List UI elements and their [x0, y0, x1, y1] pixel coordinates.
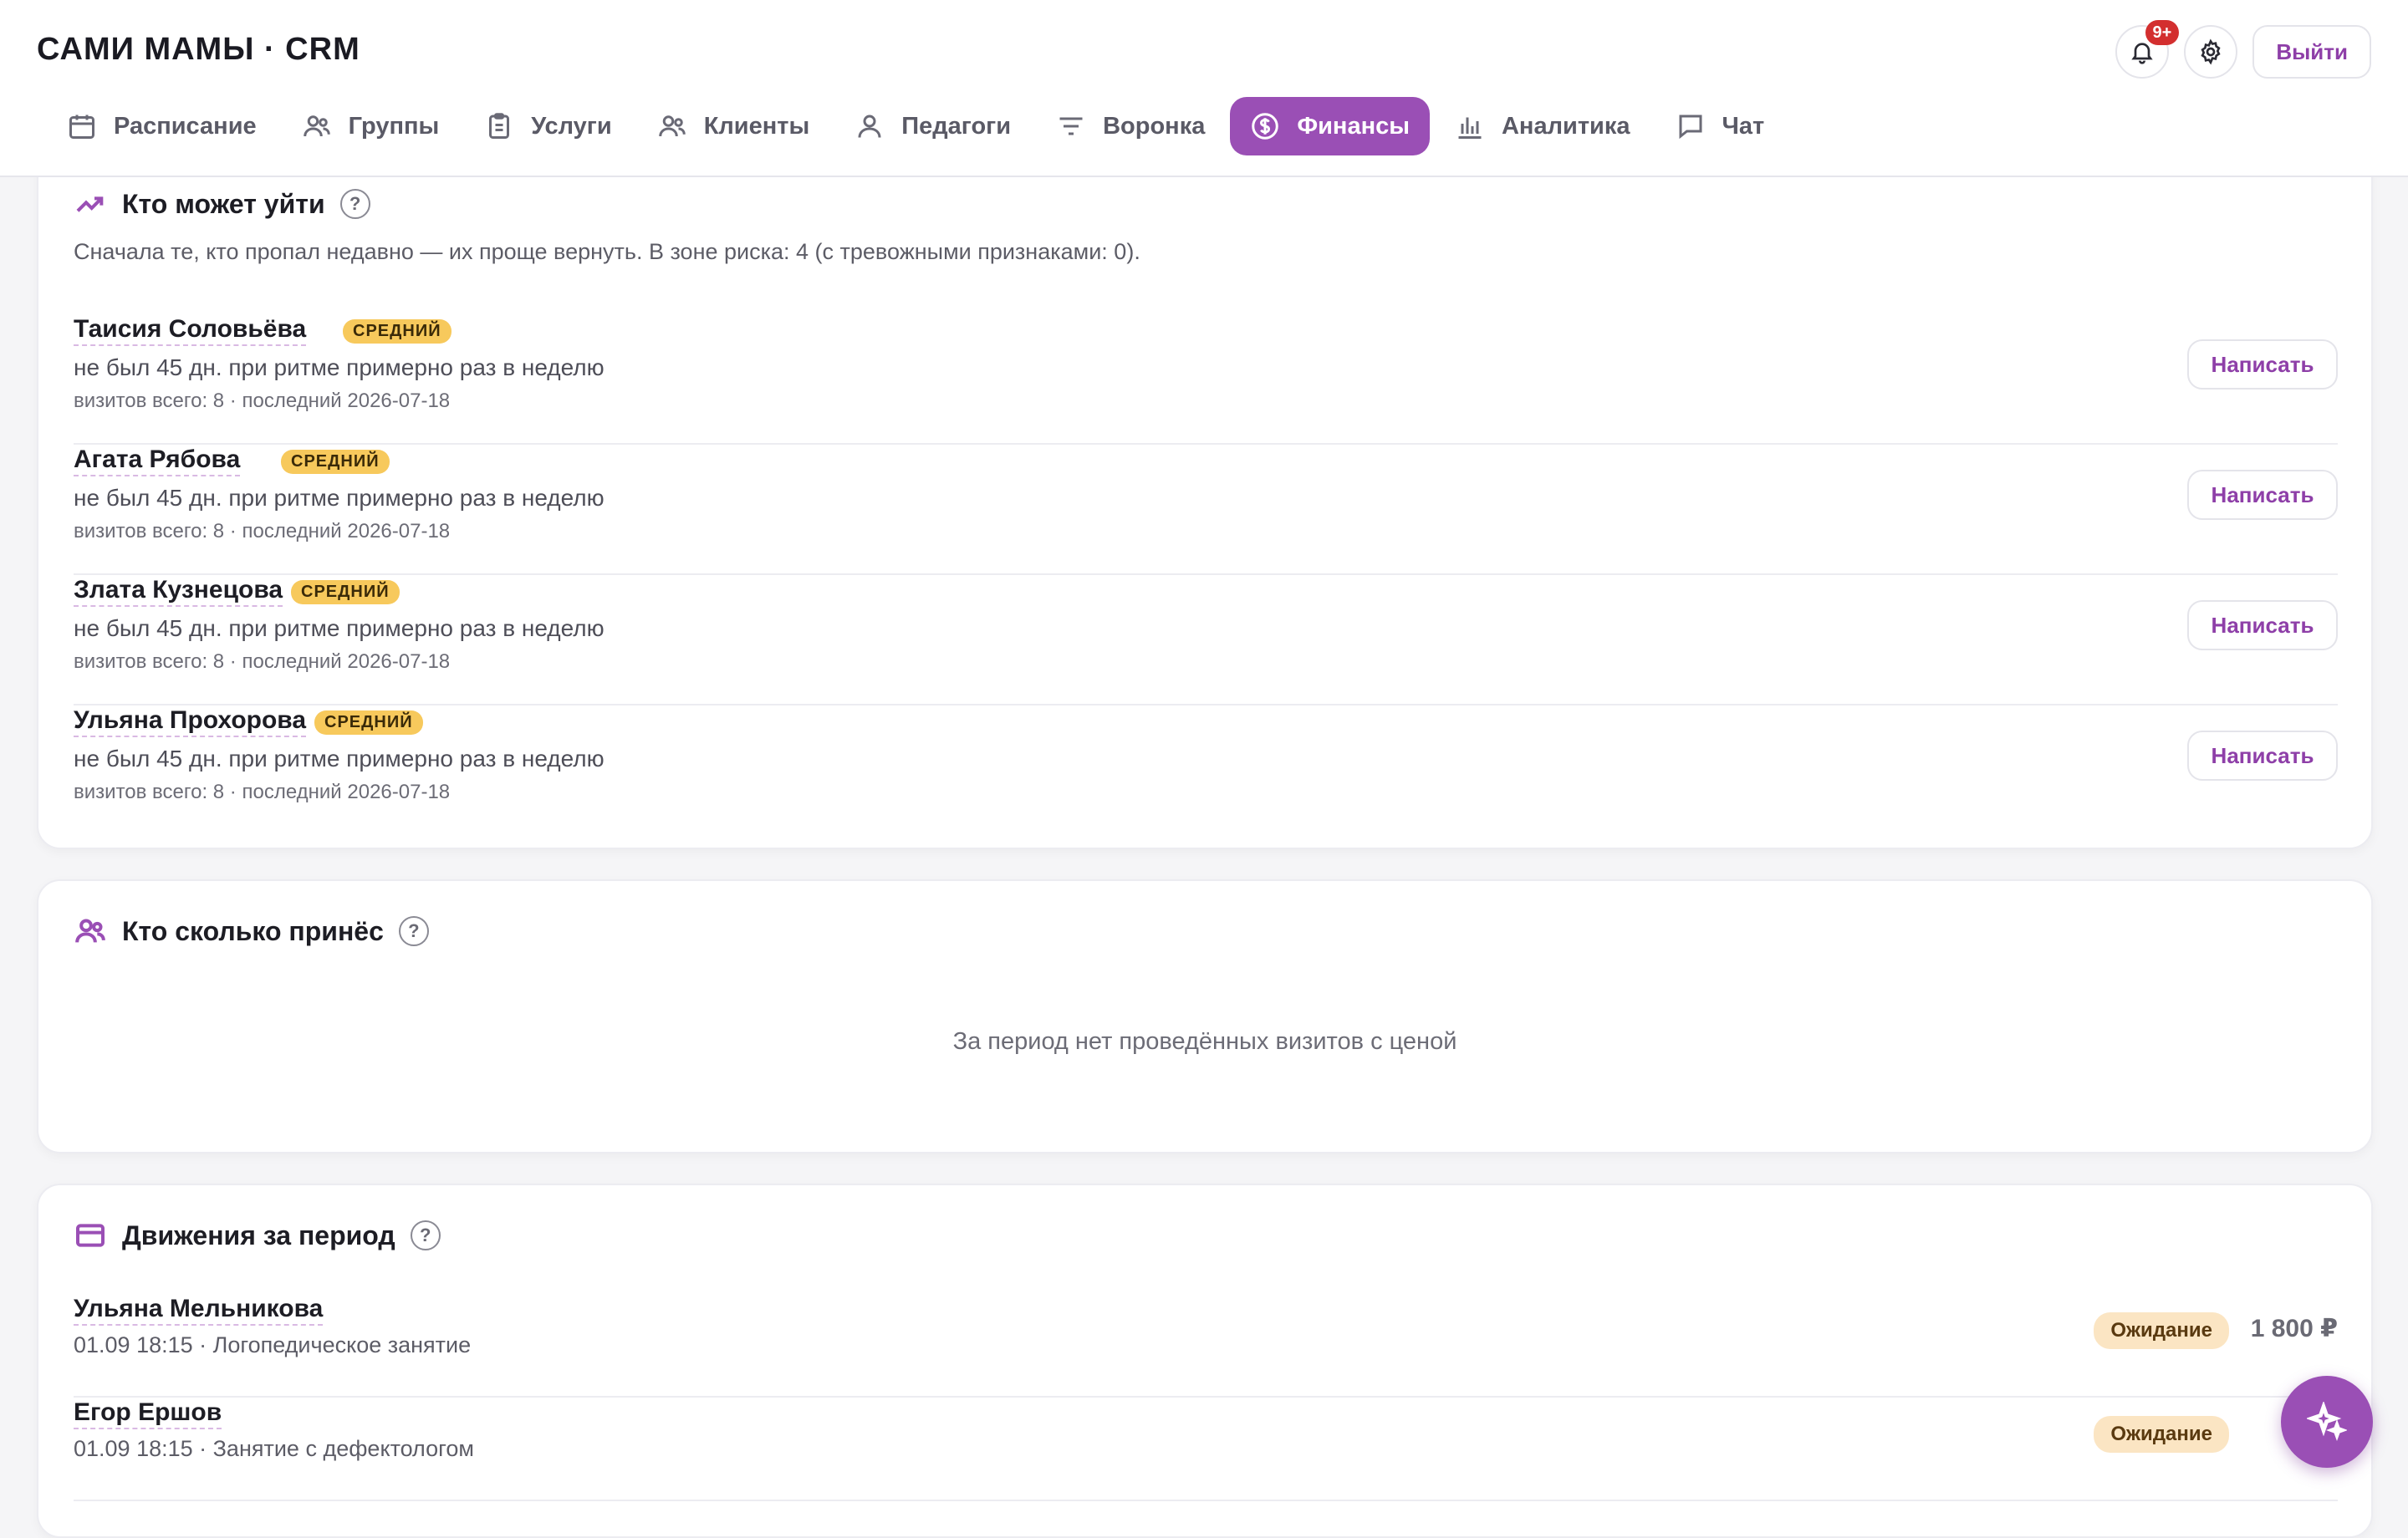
- visits-meta: визитов всего: 8 · последний 2026-07-18: [74, 650, 451, 673]
- help-icon[interactable]: ?: [410, 1220, 441, 1250]
- chat-icon: [1679, 115, 1701, 140]
- risk-badge: СРЕДНИЙ: [291, 580, 400, 604]
- app-title: САМИ МАМЫ · CRM: [37, 32, 360, 67]
- users-icon: [303, 115, 330, 137]
- revenue-card-title: Кто сколько принёс: [122, 915, 384, 946]
- header-actions: 9+ Выйти: [2115, 20, 2371, 79]
- status-badge: Ожидание: [2094, 1416, 2229, 1453]
- write-button[interactable]: Написать: [2187, 731, 2338, 781]
- users-icon: [75, 919, 105, 943]
- churn-card-header: Кто может уйти ?: [74, 187, 370, 221]
- settings-button[interactable]: [2184, 25, 2238, 79]
- movement-desc: 01.09 18:15 · Логопедическое занятие: [74, 1332, 472, 1357]
- divider: [74, 1500, 2338, 1501]
- write-button[interactable]: Написать: [2187, 470, 2338, 520]
- revenue-card-header: Кто сколько принёс ?: [74, 914, 429, 948]
- client-name[interactable]: Злата Кузнецова: [74, 575, 283, 607]
- ai-assistant-button[interactable]: [2281, 1376, 2373, 1468]
- nav-label: Расписание: [114, 112, 257, 140]
- movements-card: Движения за период ? Ульяна Мельникова 0…: [37, 1184, 2373, 1538]
- nav-chat[interactable]: Чат: [1656, 97, 1785, 155]
- clipboard-icon: [489, 113, 510, 139]
- visits-meta: визитов всего: 8 · последний 2026-07-18: [74, 781, 451, 803]
- write-button[interactable]: Написать: [2187, 339, 2338, 390]
- list-item: Таисия Соловьёва СРЕДНИЙ не был 45 дн. п…: [74, 314, 2338, 445]
- nav-teachers[interactable]: Педагоги: [834, 97, 1031, 155]
- amount: 1 800 ₽: [2250, 1315, 2338, 1342]
- top-header: САМИ МАМЫ · CRM 9+ Выйти Расписание Груп…: [0, 0, 2408, 177]
- absence-text: не был 45 дн. при ритме примерно раз в н…: [74, 354, 605, 380]
- credit-card-icon: [76, 1224, 105, 1247]
- nav-label: Чат: [1722, 112, 1765, 140]
- risk-badge: СРЕДНИЙ: [314, 710, 423, 735]
- client-name[interactable]: Ульяна Мельникова: [74, 1294, 324, 1326]
- nav-label: Группы: [348, 112, 440, 140]
- absence-text: не был 45 дн. при ритме примерно раз в н…: [74, 746, 605, 772]
- nav-label: Финансы: [1297, 112, 1410, 140]
- client-name[interactable]: Егор Ершов: [74, 1398, 222, 1429]
- nav-clients[interactable]: Клиенты: [637, 97, 830, 155]
- filter-icon: [1059, 117, 1083, 135]
- risk-badge: СРЕДНИЙ: [281, 450, 390, 474]
- client-name[interactable]: Ульяна Прохорова: [74, 705, 307, 737]
- user-icon: [858, 115, 881, 138]
- nav-services[interactable]: Услуги: [464, 97, 631, 155]
- calendar-icon: [69, 115, 94, 139]
- help-icon[interactable]: ?: [339, 189, 370, 219]
- churn-subtitle: Сначала те, кто пропал недавно — их прощ…: [74, 239, 1140, 264]
- movements-card-title: Движения за период: [122, 1220, 395, 1250]
- help-icon[interactable]: ?: [398, 916, 429, 946]
- list-item: Ульяна Мельникова 01.09 18:15 · Логопеди…: [74, 1294, 2338, 1398]
- movements-card-header: Движения за период ?: [74, 1219, 441, 1252]
- nav-label: Услуги: [531, 112, 612, 140]
- nav-label: Педагоги: [901, 112, 1012, 140]
- dollar-circle-icon: [1252, 113, 1279, 140]
- sparkles-icon: [2307, 1402, 2347, 1442]
- list-item: Егор Ершов 01.09 18:15 · Занятие с дефек…: [74, 1398, 2338, 1501]
- users-icon: [658, 115, 686, 137]
- churn-card-title: Кто может уйти: [122, 188, 325, 219]
- gear-icon: [2201, 38, 2221, 65]
- visits-meta: визитов всего: 8 · последний 2026-07-18: [74, 390, 451, 412]
- trending-up-icon: [76, 196, 104, 212]
- empty-state: За период нет проведённых визитов с цено…: [952, 1028, 1457, 1055]
- visits-meta: визитов всего: 8 · последний 2026-07-18: [74, 520, 451, 542]
- nav-finance[interactable]: Финансы: [1230, 97, 1430, 155]
- nav-groups[interactable]: Группы: [282, 97, 460, 155]
- absence-text: не был 45 дн. при ритме примерно раз в н…: [74, 485, 605, 511]
- list-item: Злата Кузнецова СРЕДНИЙ не был 45 дн. пр…: [74, 575, 2338, 705]
- write-button[interactable]: Написать: [2187, 600, 2338, 650]
- status-badge: Ожидание: [2094, 1312, 2229, 1349]
- churn-risk-card: Кто может уйти ? Сначала те, кто пропал …: [37, 125, 2373, 849]
- absence-text: не был 45 дн. при ритме примерно раз в н…: [74, 615, 605, 641]
- nav-funnel[interactable]: Воронка: [1036, 97, 1225, 155]
- movement-desc: 01.09 18:15 · Занятие с дефектологом: [74, 1436, 474, 1461]
- main-nav: Расписание Группы Услуги Клиенты Педагог…: [47, 97, 1784, 155]
- notifications-button[interactable]: 9+: [2115, 20, 2180, 79]
- nav-analytics[interactable]: Аналитика: [1435, 97, 1650, 155]
- nav-label: Клиенты: [703, 112, 810, 140]
- client-name[interactable]: Агата Рябова: [74, 445, 241, 476]
- notifications-badge: 9+: [2145, 20, 2180, 45]
- revenue-card: Кто сколько принёс ? За период нет прове…: [37, 879, 2373, 1154]
- client-name[interactable]: Таисия Соловьёва: [74, 314, 307, 346]
- list-item: Ульяна Прохорова СРЕДНИЙ не был 45 дн. п…: [74, 705, 2338, 836]
- bar-chart-icon: [1458, 117, 1482, 139]
- logout-button[interactable]: Выйти: [2252, 25, 2371, 79]
- list-item: Агата Рябова СРЕДНИЙ не был 45 дн. при р…: [74, 445, 2338, 575]
- nav-label: Воронка: [1103, 112, 1206, 140]
- risk-badge: СРЕДНИЙ: [343, 319, 452, 344]
- nav-label: Аналитика: [1501, 112, 1630, 140]
- nav-schedule[interactable]: Расписание: [47, 97, 277, 155]
